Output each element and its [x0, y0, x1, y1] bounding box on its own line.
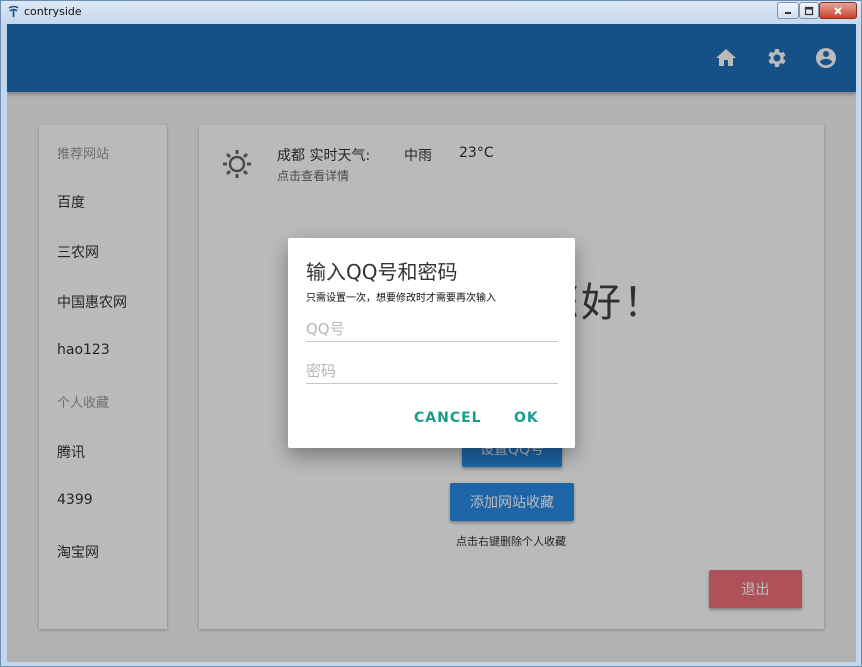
maximize-button[interactable] [799, 2, 819, 19]
password-input[interactable] [306, 358, 558, 384]
modal-backdrop-top[interactable] [7, 24, 856, 92]
dialog-title: 输入QQ号和密码 [306, 260, 458, 284]
cancel-button[interactable]: CANCEL [414, 410, 482, 426]
qq-login-dialog: 输入QQ号和密码 只需设置一次，想要修改时才需要再次输入 CANCEL OK [288, 238, 575, 448]
dialog-subtitle: 只需设置一次，想要修改时才需要再次输入 [306, 293, 496, 304]
app-window: contryside 推荐网站 百度 三农网 中国惠农网 hao123 个人收藏… [0, 0, 862, 667]
ok-button[interactable]: OK [514, 410, 539, 426]
window-title: contryside [24, 5, 82, 18]
minimize-button[interactable] [777, 2, 799, 19]
app-logo-icon [8, 5, 19, 17]
close-button[interactable] [819, 2, 857, 19]
close-icon [834, 6, 842, 15]
qq-number-input[interactable] [306, 316, 558, 342]
maximize-icon [804, 6, 814, 15]
client-area: 推荐网站 百度 三农网 中国惠农网 hao123 个人收藏 腾讯 4399 淘宝… [7, 24, 856, 662]
title-bar[interactable]: contryside [1, 1, 861, 23]
minimize-icon [785, 11, 791, 14]
